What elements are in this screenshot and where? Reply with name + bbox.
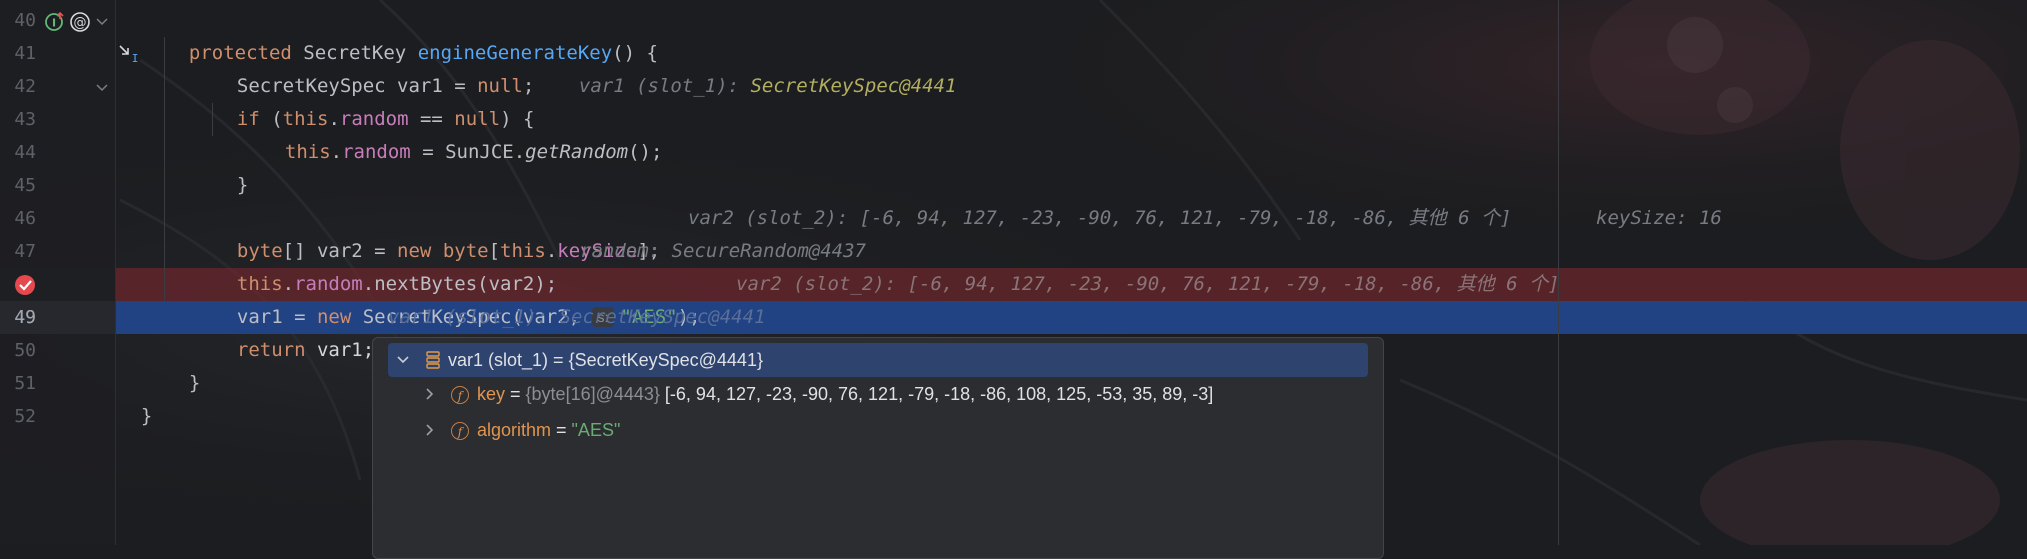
inline-debug-hint: var1 (slot_1): SecretKeySpec@4441 (578, 75, 957, 97)
breakpoint-icon[interactable] (13, 272, 39, 298)
variable-stack-icon (426, 351, 440, 369)
line-number: 41 (14, 43, 36, 64)
chevron-right-icon[interactable] (423, 377, 437, 411)
line-number: 52 (14, 406, 36, 427)
fold-chevron-icon[interactable] (96, 82, 108, 94)
debug-value-popup[interactable]: var1 (slot_1) = {SecretKeySpec@4441} f k… (372, 337, 1384, 559)
popup-child-node[interactable]: f algorithm = "AES" (373, 413, 1383, 447)
chevron-down-icon[interactable] (396, 343, 410, 377)
line-number: 46 (14, 208, 36, 229)
svg-text:I: I (132, 52, 139, 64)
line-number: 43 (14, 109, 36, 130)
code-text-43: this.random = SunJCE.getRandom(); (284, 141, 663, 163)
field-icon: f (451, 413, 469, 447)
inline-debug-hint: var1 (slot_1): SecretKeySpec@4441 (388, 306, 766, 328)
implements-icon[interactable]: I (44, 11, 66, 33)
chevron-right-icon[interactable] (423, 413, 437, 447)
gutter-separator (115, 0, 116, 545)
right-margin-guide (1558, 0, 1559, 545)
indent-guide (164, 37, 165, 301)
override-at-icon[interactable]: @ (68, 10, 92, 34)
code-text-44: } (236, 174, 249, 196)
fold-chevron-icon[interactable] (96, 16, 108, 28)
inline-debug-hint: keySize: 16 (1596, 207, 1722, 229)
code-text-51: } (140, 405, 153, 427)
line-number: 45 (14, 175, 36, 196)
inline-debug-hint: var2 (slot_2): [-6, 94, 127, -23, -90, 7… (688, 207, 1512, 229)
line-number: 50 (14, 340, 36, 361)
indent-guide (212, 103, 213, 136)
field-icon: f (451, 377, 469, 411)
popup-child-text: key = {byte[16]@4443} [-6, 94, 127, -23,… (477, 384, 1214, 404)
inline-debug-hint: random: SecureRandom@4437 (580, 240, 866, 262)
line-number-current: 49 (14, 307, 36, 328)
line-number: 51 (14, 373, 36, 394)
line-number: 40 (14, 10, 36, 31)
step-into-arrow-icon[interactable]: I (118, 44, 142, 64)
code-line-45[interactable]: 45 (0, 169, 2027, 202)
popup-child-text: algorithm = "AES" (477, 420, 621, 440)
code-text-49: return var1; (236, 339, 375, 361)
line-number: 44 (14, 142, 36, 163)
svg-text:@: @ (74, 16, 87, 31)
code-text-50: } (188, 372, 201, 394)
line-number: 42 (14, 76, 36, 97)
popup-root-node[interactable]: var1 (slot_1) = {SecretKeySpec@4441} (388, 343, 1368, 377)
popup-child-node[interactable]: f key = {byte[16]@4443} [-6, 94, 127, -2… (373, 377, 1383, 411)
svg-text:I: I (52, 17, 56, 30)
inline-debug-hint: var2 (slot_2): [-6, 94, 127, -23, -90, 7… (736, 273, 1560, 295)
popup-root-text: var1 (slot_1) = {SecretKeySpec@4441} (448, 350, 763, 370)
line-number: 47 (14, 241, 36, 262)
